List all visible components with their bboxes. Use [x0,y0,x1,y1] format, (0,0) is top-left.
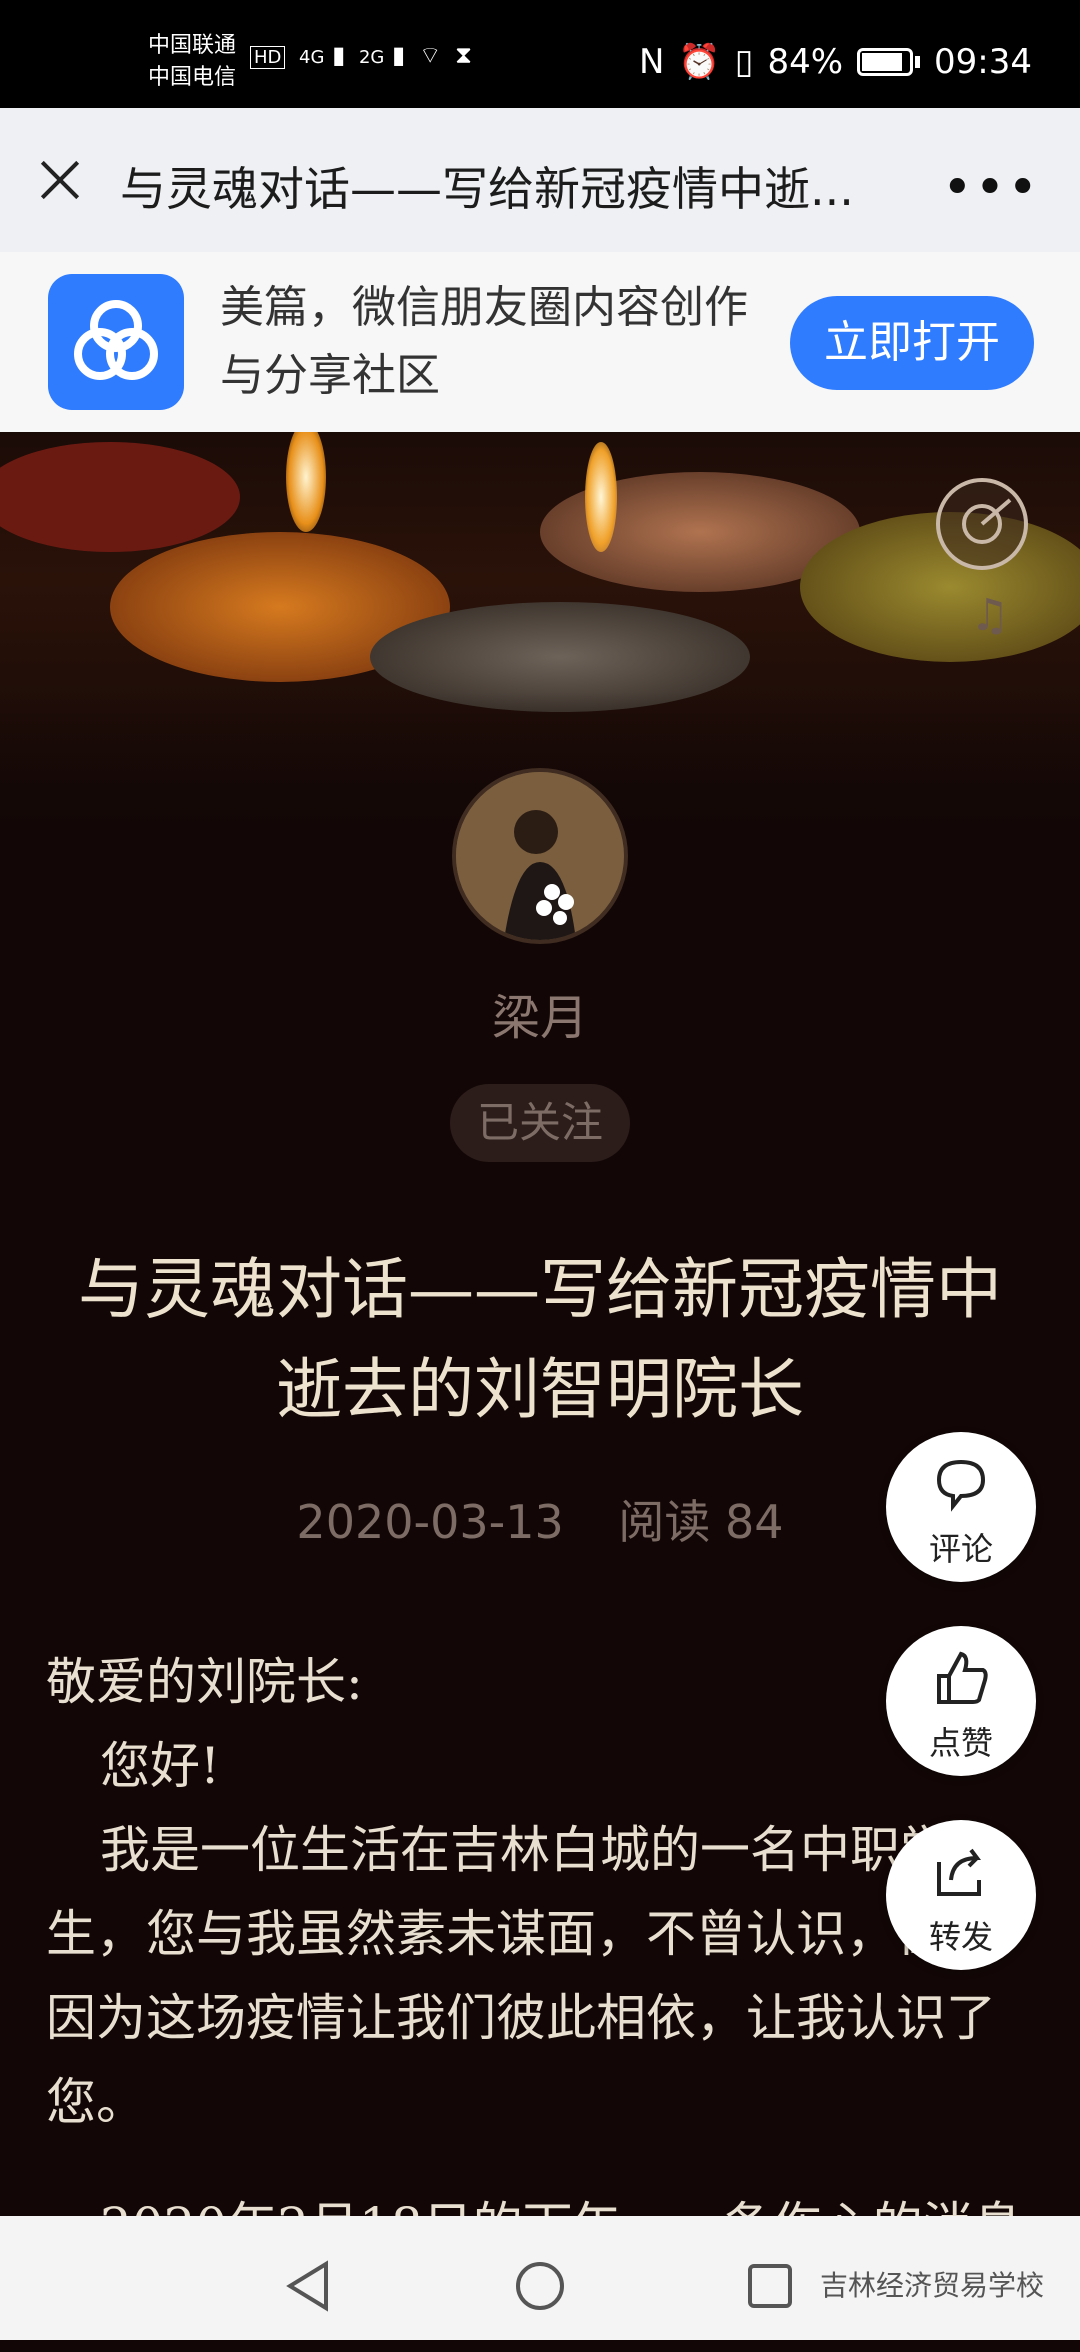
carrier-2: 中国电信 [148,65,237,90]
share-button[interactable]: 转发 [886,1820,1036,1970]
system-nav-bar: 吉林经济贸易学校 [0,2216,1080,2340]
like-label: 点赞 [928,1724,993,1762]
status-bar: 中国联通 中国电信 HD 4G ▮ 2G ▮ ⌔ ⧗ N ⏰ ▯ 84% 09:… [0,0,1080,108]
signal-4g: 4G [299,47,325,68]
like-button[interactable]: 点赞 [886,1626,1036,1776]
read-label: 阅读 [618,1495,711,1549]
right-status: N ⏰ ▯ 84% 09:34 [639,42,1032,82]
network-indicators: HD 4G ▮ 2G ▮ ⌔ ⧗ [250,40,472,70]
back-icon[interactable] [284,2260,332,2312]
music-icon[interactable] [936,478,1028,570]
avatar[interactable] [452,768,628,944]
author-name[interactable]: 梁月 [0,978,1080,1048]
clock: 09:34 [934,42,1032,82]
app-banner: 美篇，微信朋友圈内容创作与分享社区 立即打开 [0,252,1080,433]
read-count-block: 阅读 84 [618,1495,783,1549]
banner-text: 美篇，微信朋友圈内容创作与分享社区 [220,282,748,401]
article-title: 与灵魂对话——写给新冠疫情中逝去的刘智明院长 [78,1251,1002,1428]
comment-icon [936,1459,986,1512]
home-icon[interactable] [514,2260,566,2312]
read-count: 84 [725,1495,784,1549]
wifi-icon: ⌔ [418,41,442,69]
more-icon[interactable]: ••• [942,158,1040,218]
close-icon[interactable] [38,158,82,202]
meipian-logo-icon [48,274,184,410]
hd-badge: HD [250,46,286,69]
signal-bars-icon: ▮ [332,41,346,69]
carrier-info: 中国联通 中国电信 [148,30,236,94]
vibrate-icon: ▯ [734,42,754,82]
follow-button[interactable]: 已关注 [450,1084,630,1162]
battery-percent: 84% [767,42,844,82]
nfc-icon: N [638,42,665,82]
recents-icon[interactable] [746,2262,794,2310]
share-icon [937,1848,981,1896]
page-title: 与灵魂对话——写给新冠疫情中逝... [120,162,854,216]
signal-bars-icon-2: ▮ [392,41,406,69]
carrier-1: 中国联通 [148,33,237,58]
alarm-icon: ⏰ [678,42,721,82]
battery-icon [857,48,914,76]
top-nav: 与灵魂对话——写给新冠疫情中逝... ••• [0,108,1080,252]
publish-date: 2020-03-13 [296,1495,564,1549]
share-label: 转发 [928,1918,993,1956]
open-app-button[interactable]: 立即打开 [790,296,1034,390]
watermark: 吉林经济贸易学校 [819,2269,1044,2302]
comment-label: 评论 [928,1530,993,1568]
comment-button[interactable]: 评论 [886,1432,1036,1582]
paragraph-3: 我是一位生活在吉林白城的一名中职学生，您与我虽然素未谋面，不曾认识，但是因为这场… [46,1821,996,2131]
music-note-icon: ♫ [970,590,1010,641]
battery-cap [915,56,921,68]
signal-2g: 2G [358,47,385,68]
like-icon [937,1651,988,1704]
hourglass-icon: ⧗ [455,41,472,69]
